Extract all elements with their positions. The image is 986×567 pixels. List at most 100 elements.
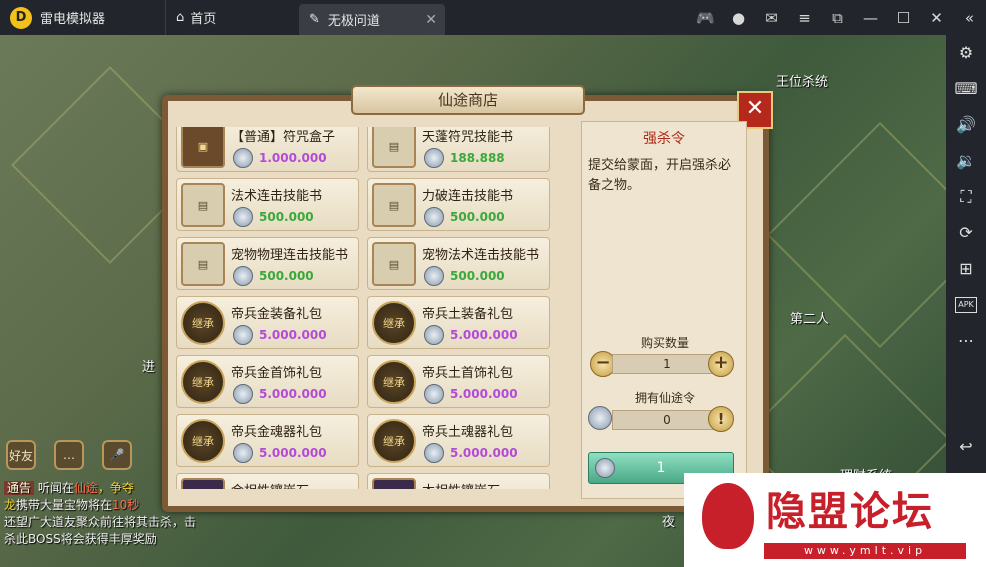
volume-up-icon[interactable]: 🔊	[956, 107, 976, 143]
apk-install-icon[interactable]: APK	[955, 297, 977, 313]
shop-item-card[interactable]: ▤ 天蓬符咒技能书 188.888	[367, 127, 550, 172]
shop-item-name: 帝兵土装备礼包	[422, 307, 514, 322]
collapse-sidebar-icon[interactable]: «	[953, 9, 986, 27]
currency-coin-icon	[424, 266, 444, 286]
close-window-icon[interactable]: ✕	[920, 9, 953, 27]
emulator-logo-icon: D	[10, 6, 32, 29]
shop-item-card[interactable]: 继承 帝兵金首饰礼包 5.000.000	[176, 355, 359, 408]
shop-item-card[interactable]: 继承 帝兵土首饰礼包 5.000.000	[367, 355, 550, 408]
currency-coin-icon	[424, 148, 444, 168]
chat-tag: 通告	[4, 481, 35, 495]
buy-coin-icon	[595, 458, 615, 478]
shop-item-card[interactable]: ◆ 金相性镶嵌石	[176, 473, 359, 489]
gem-icon: ◆	[181, 478, 225, 489]
shop-item-card[interactable]: ▤ 宠物物理连击技能书 500.000	[176, 237, 359, 290]
shop-item-price: 5.000.000	[259, 446, 327, 460]
mail-icon[interactable]: ✉	[755, 9, 788, 27]
settings-gear-icon[interactable]: ⚙	[959, 35, 973, 71]
gift-icon: 继承	[181, 360, 225, 404]
chat-bubble-icon[interactable]: …	[54, 440, 84, 470]
currency-coin-icon	[424, 443, 444, 463]
voice-mic-icon[interactable]: 🎤	[102, 440, 132, 470]
shop-item-name: 帝兵金首饰礼包	[231, 366, 323, 381]
detail-item-name: 强杀令	[643, 131, 685, 147]
more-icon[interactable]: ⋯	[958, 323, 974, 359]
keyboard-icon[interactable]: ⌨	[954, 71, 977, 107]
shop-item-card[interactable]: ▤ 法术连击技能书 500.000	[176, 178, 359, 231]
shop-item-card[interactable]: 继承 帝兵金装备礼包 5.000.000	[176, 296, 359, 349]
currency-coin-icon	[233, 207, 253, 227]
currency-info-button[interactable]: !	[708, 406, 734, 432]
fullscreen-icon[interactable]: ⛶	[960, 179, 971, 215]
currency-coin-icon	[233, 266, 253, 286]
gift-icon: 继承	[181, 419, 225, 463]
shop-item-grid: ▣ 【普通】符咒盒子 1.000.000 ▤ 天蓬符咒技能书 188.888 ▤ 法术连击技能…	[176, 127, 550, 489]
tab-home-label: 首页	[190, 12, 217, 27]
chat-highlight: 龙	[4, 498, 17, 512]
friends-button[interactable]: 好友	[6, 440, 36, 470]
shop-item-price: 1.000.000	[259, 151, 327, 165]
shop-item-price: 500.000	[259, 210, 314, 224]
shop-item-name: 木相性镶嵌石	[422, 480, 500, 489]
shop-item-card[interactable]: 继承 帝兵土装备礼包 5.000.000	[367, 296, 550, 349]
account-icon[interactable]: ●	[722, 9, 755, 27]
chat-line: 杀此BOSS将会获得丰厚奖励	[4, 532, 157, 546]
friends-label: 好友	[8, 448, 33, 463]
shop-item-price: 5.000.000	[450, 387, 518, 401]
shop-item-card[interactable]: 继承 帝兵土魂器礼包 5.000.000	[367, 414, 550, 467]
chat-text: 听闻在	[37, 481, 74, 495]
shop-item-name: 天蓬符咒技能书	[422, 130, 514, 145]
shop-item-card[interactable]: 继承 帝兵金魂器礼包 5.000.000	[176, 414, 359, 467]
maximize-icon[interactable]: ☐	[887, 9, 920, 27]
shop-item-price: 5.000.000	[259, 328, 327, 342]
shop-item-card[interactable]: ▣ 【普通】符咒盒子 1.000.000	[176, 127, 359, 172]
shop-window: 仙途商店 ✕ ▣ 【普通】符咒盒子 1.000.000 ▤ 天蓬符咒技能书 188.888…	[162, 85, 773, 512]
gamepad-icon[interactable]: 🎮	[689, 9, 722, 27]
popout-icon[interactable]: ⧉	[821, 9, 854, 27]
tab-game-label: 无极问道	[327, 14, 380, 29]
shop-item-card[interactable]: ▤ 力破连击技能书 500.000	[367, 178, 550, 231]
quantity-plus-button[interactable]: +	[708, 351, 734, 377]
shop-item-name: 法术连击技能书	[231, 189, 323, 204]
tab-game[interactable]: ✎ 无极问道 ✕	[299, 4, 445, 35]
book-icon: ▤	[372, 127, 416, 168]
shop-item-card[interactable]: ▤ 宠物法术连击技能书 500.000	[367, 237, 550, 290]
currency-coin-icon	[233, 325, 253, 345]
sync-icon[interactable]: ⟳	[959, 215, 972, 251]
shop-item-card[interactable]: ◆ 木相性镶嵌石	[367, 473, 550, 489]
shop-item-name: 金相性镶嵌石	[231, 480, 309, 489]
emulator-titlebar: D 雷电模拟器 ⌂ 首页 ✎ 无极问道 ✕ 🎮 ● ✉ ≡ ⧉ — ☐ ✕ «	[0, 0, 986, 35]
quantity-input[interactable]: 1	[612, 354, 722, 374]
close-tab-icon[interactable]: ✕	[425, 12, 437, 28]
shop-item-price: 5.000.000	[259, 387, 327, 401]
book-icon: ▤	[181, 183, 225, 227]
currency-coin-icon	[588, 406, 612, 430]
watermark-url: www.ymlt.vip	[764, 543, 966, 559]
chest-icon: ▣	[181, 127, 225, 168]
map-label-lord[interactable]: 第二人	[790, 308, 829, 327]
shop-item-name: 宠物物理连击技能书	[231, 248, 349, 263]
currency-coin-icon	[424, 325, 444, 345]
map-label-throne[interactable]: 王位杀统	[776, 71, 828, 90]
volume-down-icon[interactable]: 🔉	[956, 143, 976, 179]
buy-button-label: 1	[656, 460, 666, 476]
gem-icon: ◆	[372, 478, 416, 489]
tab-home[interactable]: ⌂ 首页	[165, 0, 285, 35]
minimize-icon[interactable]: —	[854, 9, 887, 27]
back-icon[interactable]: ↩	[959, 429, 972, 465]
shop-item-price: 188.888	[450, 151, 505, 165]
shop-item-price: 5.000.000	[450, 328, 518, 342]
currency-coin-icon	[233, 443, 253, 463]
menu-icon[interactable]: ≡	[788, 9, 821, 27]
shop-item-price: 500.000	[259, 269, 314, 283]
titlebar-controls: 🎮 ● ✉ ≡ ⧉ — ☐ ✕ «	[689, 0, 986, 35]
currency-coin-icon	[233, 148, 253, 168]
shop-item-list[interactable]: ▣ 【普通】符咒盒子 1.000.000 ▤ 天蓬符咒技能书 188.888 ▤ 法术连击技能…	[176, 127, 563, 489]
shop-item-price: 5.000.000	[450, 446, 518, 460]
add-window-icon[interactable]: ⊞	[959, 251, 972, 287]
book-icon: ▤	[372, 242, 416, 286]
forum-watermark: 隐盟论坛 www.ymlt.vip	[684, 473, 986, 567]
book-icon: ▤	[372, 183, 416, 227]
detail-item-description: 提交给蒙面，开启强杀必备之物。	[588, 158, 732, 193]
currency-coin-icon	[424, 207, 444, 227]
